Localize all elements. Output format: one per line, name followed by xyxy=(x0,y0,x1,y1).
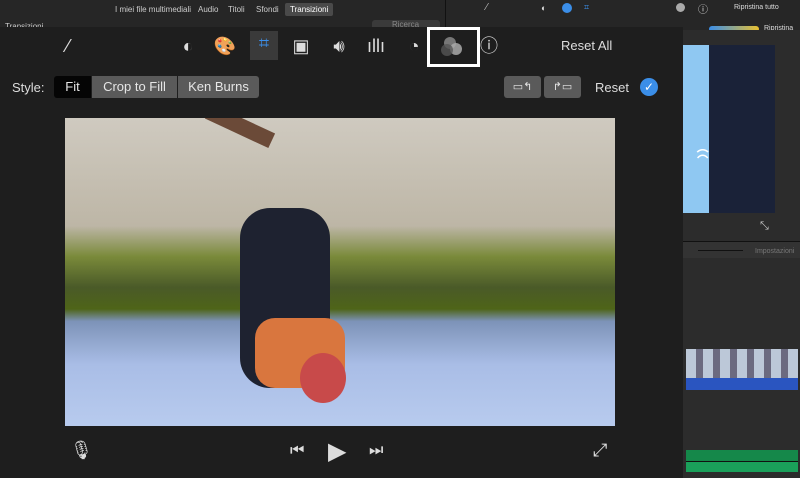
music-track[interactable] xyxy=(686,450,798,472)
settings-button[interactable]: Impostazioni xyxy=(755,248,794,255)
clip-filter-icon-part xyxy=(441,44,453,56)
reset-all-button[interactable]: Reset All xyxy=(561,38,612,53)
style-label: Style: xyxy=(12,80,45,95)
title-preview[interactable]: ꩰ xyxy=(683,45,775,213)
video-preview[interactable] xyxy=(65,118,615,426)
stabilization-icon[interactable]: ▣ xyxy=(289,34,313,58)
speed-icon[interactable]: ◔ xyxy=(402,34,426,58)
style-crop-to-fill-button[interactable]: Crop to Fill xyxy=(92,76,177,98)
color-palette-icon[interactable]: 🎨 xyxy=(213,34,237,58)
skip-forward-icon[interactable]: ⏭︎ xyxy=(369,442,383,460)
info-icon[interactable]: ⓘ xyxy=(698,1,708,16)
skip-back-icon[interactable]: ⏮︎ xyxy=(290,442,304,460)
tab-titles[interactable]: Titoli xyxy=(223,3,250,16)
skateboard xyxy=(204,118,276,149)
info-icon[interactable]: ⓘ xyxy=(477,34,501,58)
rotate-right-button[interactable]: ↱▭ xyxy=(544,76,581,98)
skater-helmet xyxy=(300,353,346,403)
zoom-slider[interactable] xyxy=(698,250,743,251)
magic-wand-icon[interactable]: ⁄ xyxy=(486,2,488,13)
volume-icon[interactable]: 🔊︎ xyxy=(327,34,351,58)
reset-button[interactable]: Reset xyxy=(595,80,629,95)
color-balance-icon[interactable]: ◐ xyxy=(541,3,546,13)
rotate-left-button[interactable]: ▭↰ xyxy=(504,76,541,98)
clip-filter-icon[interactable] xyxy=(676,3,685,12)
tab-audio[interactable]: Audio xyxy=(193,3,223,16)
microphone-icon[interactable]: 🎙︎ xyxy=(70,440,93,461)
crop-icon[interactable]: ⌗ xyxy=(584,2,589,13)
color-balance-icon[interactable]: ◐ xyxy=(176,34,200,58)
style-ken-burns-button[interactable]: Ken Burns xyxy=(178,76,259,98)
style-fit-button[interactable]: Fit xyxy=(54,76,91,98)
right-panel: ꩰ ⤡ Impostazioni xyxy=(683,30,800,478)
tab-transitions[interactable]: Transizioni xyxy=(285,3,334,16)
fullscreen-icon[interactable]: ⤢ xyxy=(593,440,607,461)
video-clip[interactable] xyxy=(686,349,798,378)
expand-icon[interactable]: ⤡ xyxy=(760,220,769,233)
inspector-header: ⁄ ◐ ⌗ ⓘ Ripristina tutto Ripristina xyxy=(445,0,800,32)
equalizer-icon[interactable]: ıllı xyxy=(364,34,388,58)
tab-media[interactable]: I miei file multimediali xyxy=(110,3,196,16)
browser-header: I miei file multimediali Audio Titoli Sf… xyxy=(0,0,445,31)
play-icon[interactable]: ▶ xyxy=(328,437,346,466)
crop-icon[interactable]: ⌗ xyxy=(250,31,278,60)
magic-wand-icon[interactable]: ⁄ xyxy=(56,34,80,58)
audio-waveform xyxy=(686,378,798,390)
timeline-header: Impostazioni xyxy=(683,241,800,258)
clip-filter-button[interactable] xyxy=(427,27,480,67)
apply-checkmark-icon[interactable]: ✓ xyxy=(640,78,658,96)
color-palette-icon[interactable] xyxy=(562,3,572,13)
reset-all-inspector-button[interactable]: Ripristina tutto xyxy=(734,4,779,11)
tab-backgrounds[interactable]: Sfondi xyxy=(251,3,284,16)
